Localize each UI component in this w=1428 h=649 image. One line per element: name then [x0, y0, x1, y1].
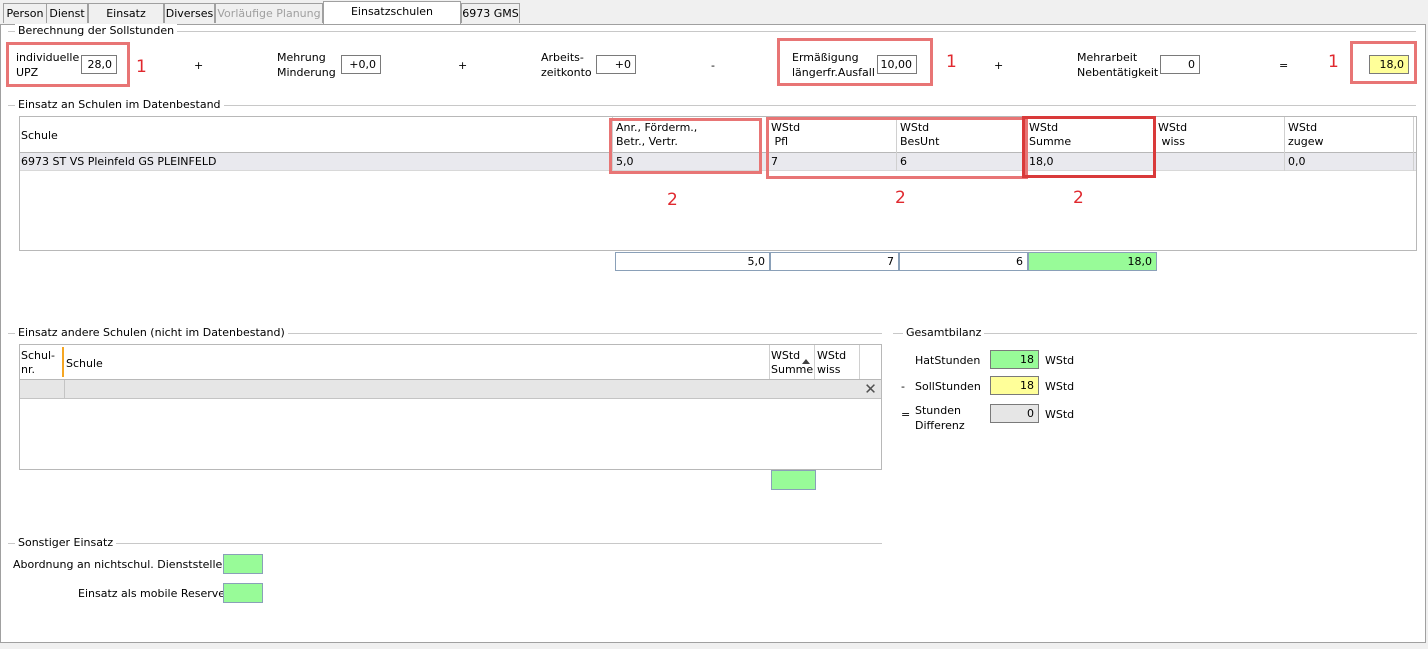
- annotation-box-ermaessigung: [777, 38, 933, 86]
- annotation-box-result: [1350, 41, 1417, 84]
- annotation-number: 2: [1073, 188, 1084, 208]
- annotation-number: 2: [667, 190, 678, 210]
- operator-minus: -: [901, 380, 905, 393]
- annotation-box-summe: [1022, 116, 1156, 178]
- operator-plus: +: [194, 59, 204, 72]
- berechnung-title: Berechnung der Sollstunden: [15, 24, 178, 37]
- sonstiger-group: [8, 543, 882, 544]
- cell-wstd-zugew: 0,0: [1288, 155, 1306, 168]
- abordnung-label: Abordnung an nichtschul. Dienststelle: [13, 558, 223, 571]
- total-wstd-pfl: 7: [770, 252, 899, 271]
- header-schulnr[interactable]: Schul- nr.: [21, 349, 55, 377]
- operator-equals: =: [901, 408, 911, 421]
- header-schule[interactable]: Schule: [21, 129, 58, 143]
- annotation-number: 1: [136, 57, 147, 77]
- tab-6973-gms[interactable]: 6973 GMS: [461, 3, 520, 23]
- tab-dienst[interactable]: Dienst: [46, 3, 88, 23]
- gesamtbilanz-title: Gesamtbilanz: [903, 326, 985, 339]
- differenz-field[interactable]: 0: [990, 404, 1039, 423]
- mehrung-field[interactable]: +0,0: [341, 55, 381, 74]
- sort-ascending-icon: [802, 359, 810, 364]
- operator-equals: =: [1279, 59, 1289, 72]
- annotation-number: 2: [895, 188, 906, 208]
- delete-icon[interactable]: ✕: [862, 381, 879, 397]
- tab-einsatz[interactable]: Einsatz 16/17: [88, 3, 164, 40]
- unit-label: WStd: [1045, 380, 1075, 393]
- andere-schulen-table: [19, 344, 882, 470]
- tab-diverses[interactable]: Diverses: [164, 3, 215, 23]
- arbeitszeit-label: Arbeits- zeitkonto: [541, 51, 592, 79]
- operator-plus: +: [458, 59, 468, 72]
- mehrarbeit-field[interactable]: 0: [1160, 55, 1200, 74]
- tab-einsatzschulen-uebersicht[interactable]: Einsatzschulen Übersicht: [323, 1, 461, 38]
- operator-minus: -: [711, 59, 715, 72]
- annotation-box-pfl-besunt: [766, 117, 1028, 179]
- unit-label: WStd: [1045, 408, 1075, 421]
- new-row[interactable]: [20, 380, 881, 398]
- header-wstd-wiss[interactable]: WStd wiss: [1158, 121, 1187, 149]
- total-wstd-summe: 18,0: [1028, 252, 1157, 271]
- hatstunden-label: HatStunden: [915, 354, 981, 367]
- hatstunden-field[interactable]: 18: [990, 350, 1039, 369]
- berechnung-group: [8, 31, 1416, 32]
- cell-schule: 6973 ST VS Pleinfeld GS PLEINFELD: [21, 155, 217, 168]
- total-anrechnung: 5,0: [615, 252, 770, 271]
- andere-schulen-title: Einsatz andere Schulen (nicht im Datenbe…: [15, 326, 288, 339]
- header-wstd-wiss[interactable]: WStd wiss: [817, 349, 846, 377]
- operator-plus: +: [994, 59, 1004, 72]
- abordnung-field[interactable]: [223, 554, 263, 574]
- sonstiger-title: Sonstiger Einsatz: [15, 536, 117, 549]
- annotation-box-upz: [6, 42, 130, 87]
- header-wstd-zugew[interactable]: WStd zugew: [1288, 121, 1324, 149]
- sollstunden-label: SollStunden: [915, 380, 981, 393]
- header-schule[interactable]: Schule: [66, 357, 103, 371]
- mobile-reserve-field[interactable]: [223, 583, 263, 603]
- annotation-number: 1: [946, 52, 957, 72]
- einsatz-schulen-title: Einsatz an Schulen im Datenbestand: [15, 98, 224, 111]
- column-resize-handle[interactable]: [62, 347, 64, 377]
- tab-vorlaeufige-planung: Vorläufige Planung: [215, 3, 323, 23]
- tab-person[interactable]: Person: [3, 3, 47, 23]
- unit-label: WStd: [1045, 354, 1075, 367]
- annotation-number: 1: [1328, 52, 1339, 72]
- arbeitszeit-field[interactable]: +0: [596, 55, 636, 74]
- mehrarbeit-label: Mehrarbeit Nebentätigkeit: [1077, 51, 1159, 79]
- differenz-label: Stunden Differenz: [915, 404, 965, 432]
- mehrung-label: Mehrung Minderung: [277, 51, 336, 79]
- mobile-reserve-label: Einsatz als mobile Reserve: [78, 587, 226, 600]
- sollstunden-field[interactable]: 18: [990, 376, 1039, 395]
- total-wstd-besunt: 6: [899, 252, 1028, 271]
- total-andere-summe: [771, 470, 816, 490]
- annotation-box-anrechnung: [609, 118, 762, 174]
